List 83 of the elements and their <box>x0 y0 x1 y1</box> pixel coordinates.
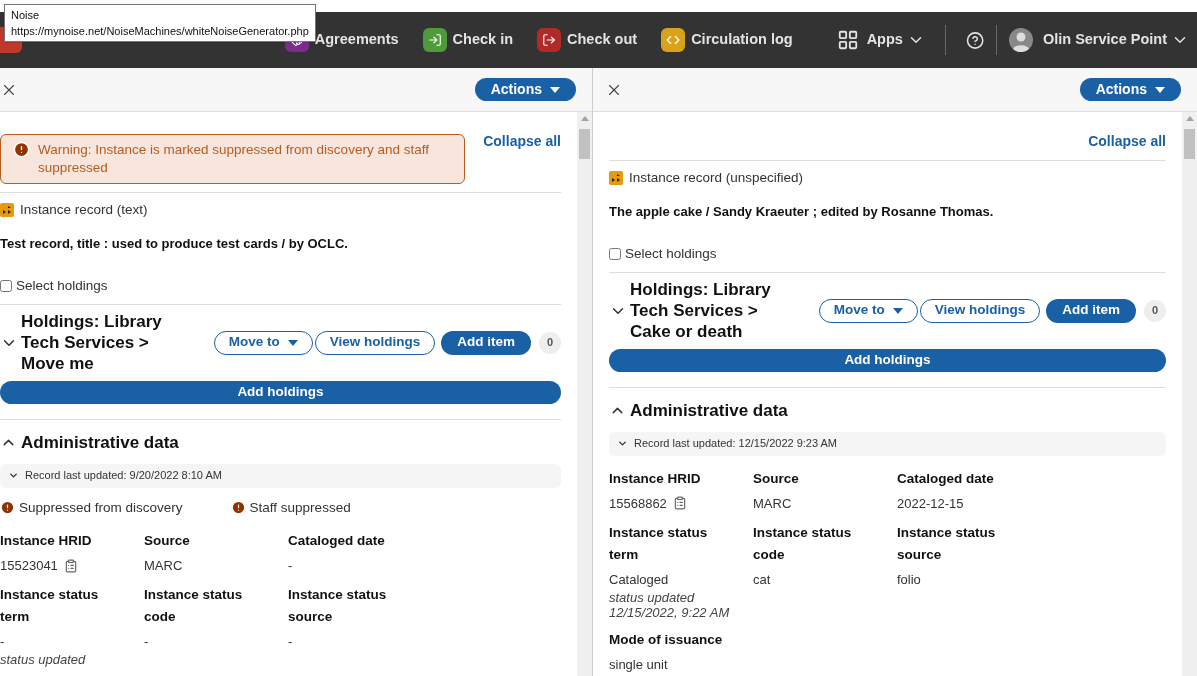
suppression-label: Suppressed from discovery <box>19 498 183 517</box>
field-label: Instance status term <box>0 586 100 627</box>
alert-icon <box>230 500 246 516</box>
add-holdings-button[interactable]: Add holdings <box>609 349 1166 372</box>
section-heading: Administrative data <box>21 432 179 454</box>
holdings-title: Holdings: Library Tech Services > Move me <box>21 311 163 374</box>
tooltip-title: Noise <box>11 8 41 23</box>
checkbox-label: Select holdings <box>16 276 108 295</box>
instance-title: The apple cake / Sandy Kraeuter ; edited by Rosanne Thomas. <box>609 203 995 222</box>
field-label: Instance HRID <box>0 531 92 550</box>
holdings-title: Holdings: Library Tech Services > Cake or death <box>630 279 772 342</box>
scrollbar-thumb[interactable] <box>579 129 590 159</box>
field-value: - <box>288 556 293 575</box>
record-updated-bar[interactable]: Record last updated: 9/20/2022 8:10 AM <box>0 463 561 488</box>
field-value: cat <box>753 571 771 589</box>
field-label: Instance HRID <box>609 469 701 488</box>
field-label: Instance status source <box>897 524 997 564</box>
field-label: Instance status code <box>144 586 244 627</box>
clipboard-icon[interactable] <box>672 496 687 511</box>
suppression-label: Staff suppressed <box>249 498 351 517</box>
caret-icon <box>892 307 903 314</box>
actions-button[interactable]: Actions <box>1079 78 1181 101</box>
field-label: Source <box>144 531 190 550</box>
help-icon[interactable] <box>965 29 985 51</box>
field-label: Mode of issuance <box>609 630 723 649</box>
scrollbar[interactable] <box>1182 112 1197 676</box>
instance-title: Test record, title : used to produce test cards / by OCLC. <box>0 235 349 254</box>
user-menu[interactable]: Olin Service Point <box>1008 28 1189 52</box>
field-label: Source <box>753 469 799 488</box>
field-value: - <box>288 633 293 652</box>
field-value: folio <box>897 571 921 589</box>
grid-icon <box>836 29 859 51</box>
item-count-badge: 0 <box>1144 299 1166 322</box>
field-value: 15523041 <box>0 556 58 575</box>
apps-menu[interactable]: Apps <box>836 29 925 51</box>
record-updated-text: Record last updated: 12/15/2022 9:23 AM <box>634 436 838 452</box>
field-value: - <box>0 633 5 652</box>
status-note: status updated <box>0 651 87 667</box>
add-item-button[interactable]: Add item <box>1046 298 1136 323</box>
field-value: MARC <box>144 556 183 575</box>
select-holdings-checkbox[interactable] <box>609 247 621 260</box>
avatar-icon <box>1008 28 1033 52</box>
caret-icon <box>1155 86 1165 93</box>
field-label: Cataloged date <box>288 531 385 550</box>
item-count-badge: 0 <box>539 331 561 354</box>
record-icon <box>609 171 623 186</box>
record-updated-text: Record last updated: 9/20/2022 8:10 AM <box>25 468 222 484</box>
field-value: MARC <box>753 494 792 513</box>
clipboard-icon[interactable] <box>63 558 78 573</box>
record-icon <box>0 203 14 218</box>
select-holdings-checkbox[interactable] <box>0 279 12 292</box>
chevron-icon <box>8 470 19 481</box>
field-value: 2022-12-15 <box>897 494 964 513</box>
field-value: Cataloged <box>609 571 669 589</box>
record-updated-bar[interactable]: Record last updated: 12/15/2022 9:23 AM <box>609 431 1166 456</box>
collapse-all-link[interactable]: Collapse all <box>483 131 561 152</box>
status-note: status updated 12/15/2022, 9:22 AM <box>609 589 731 620</box>
caret-icon <box>550 86 560 93</box>
field-label: Instance status code <box>753 524 853 564</box>
scrollbar-thumb[interactable] <box>1184 129 1195 159</box>
checkbox-label: Select holdings <box>625 244 717 263</box>
add-holdings-button[interactable]: Add holdings <box>0 381 561 404</box>
record-type: Instance record (text) <box>20 201 148 219</box>
actions-button[interactable]: Actions <box>474 78 576 101</box>
field-value: - <box>144 633 149 652</box>
field-label: Instance status term <box>609 524 709 564</box>
tooltip-url: https://mynoise.net/NoiseMachines/whiteNoiseGenerator.php <box>11 24 309 39</box>
field-value: 15568862 <box>609 494 667 513</box>
warning-text: Warning: Instance is marked suppressed from discovery and staff suppressed <box>38 141 430 177</box>
chevron-icon <box>617 438 628 449</box>
nav-link[interactable]: Check out <box>537 28 638 52</box>
field-label: Cataloged date <box>897 469 994 488</box>
record-type: Instance record (unspecified) <box>629 169 804 187</box>
field-value: single unit <box>609 655 668 674</box>
caret-icon <box>287 339 298 346</box>
add-item-button[interactable]: Add item <box>441 330 531 355</box>
nav-link[interactable]: Circulation log <box>661 28 793 52</box>
section-heading: Administrative data <box>630 400 788 422</box>
warning-icon <box>13 141 30 158</box>
scrollbar[interactable] <box>577 112 592 676</box>
field-label: Instance status source <box>288 586 388 627</box>
collapse-all-link[interactable]: Collapse all <box>1088 131 1166 152</box>
nav-link[interactable]: Check in <box>422 28 514 52</box>
